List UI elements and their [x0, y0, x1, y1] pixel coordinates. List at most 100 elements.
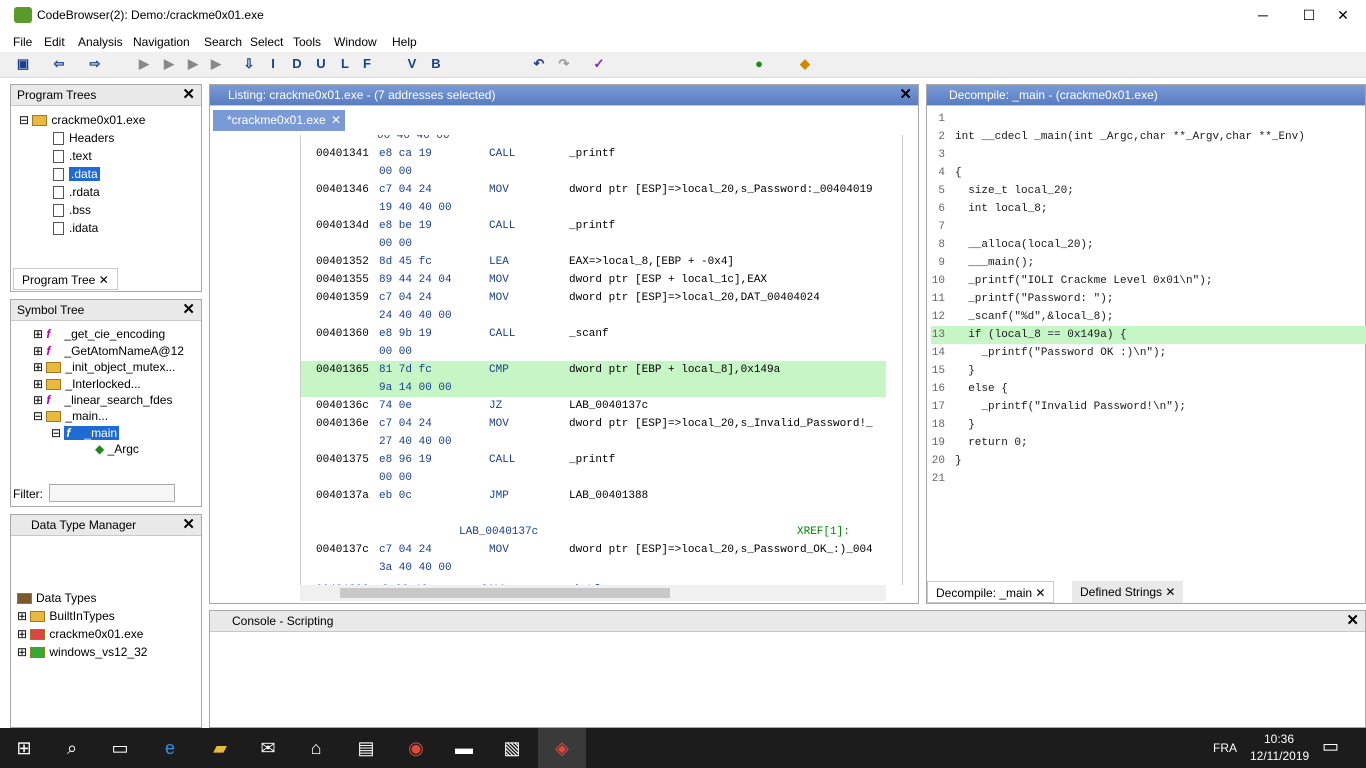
listing-row[interactable]: 00401360 e8 9b 19 CALL _scanf: [301, 325, 886, 343]
checkmark-icon[interactable]: ✓: [590, 55, 608, 73]
menu-edit[interactable]: Edit: [44, 35, 65, 49]
nav-prev-icon[interactable]: ▶: [160, 55, 178, 73]
close-icon[interactable]: ✕: [182, 517, 195, 533]
windows-start-icon[interactable]: ⊞: [0, 728, 48, 768]
menu-select[interactable]: Select: [250, 35, 283, 49]
nav-instruction-icon[interactable]: I: [264, 55, 282, 73]
decompile-line[interactable]: 1: [931, 110, 1366, 128]
listing-row[interactable]: 00401359 c7 04 24 MOV dword ptr [ESP]=>loca…: [301, 289, 886, 307]
listing-row[interactable]: 0040136e c7 04 24 MOV dword ptr [ESP]=>loca…: [301, 415, 886, 433]
edge-icon[interactable]: e: [146, 728, 194, 768]
forward-arrow-icon[interactable]: ⇨: [86, 55, 104, 73]
nav-label-icon[interactable]: L: [336, 55, 354, 73]
symbol-item[interactable]: ⊟ _main...: [33, 409, 108, 423]
close-icon[interactable]: ✕: [99, 273, 109, 287]
listing-row[interactable]: 9a 14 00 00: [301, 379, 886, 397]
ghidra-dragon-icon[interactable]: ◈: [538, 728, 586, 768]
tree-item-text[interactable]: .text: [53, 149, 92, 164]
listing-label[interactable]: LAB_0040137c: [459, 523, 538, 541]
datatype-item[interactable]: ⊞ windows_vs12_32: [17, 645, 147, 659]
language-indicator[interactable]: FRA: [1213, 741, 1237, 755]
program-tree-tab[interactable]: Program Tree ✕: [13, 268, 118, 290]
symbol-item-main[interactable]: ⊟ f _main: [51, 426, 120, 440]
listing-row[interactable]: 00 00: [301, 163, 886, 181]
decompile-line[interactable]: 6 int local_8;: [931, 200, 1366, 218]
decompile-line[interactable]: 8 __alloca(local_20);: [931, 236, 1366, 254]
tree-item-bss[interactable]: .bss: [53, 203, 91, 218]
symbol-item[interactable]: ⊞ f _GetAtomNameA@12: [33, 344, 184, 358]
minimize-button[interactable]: ─: [1240, 0, 1286, 30]
nav-data-icon[interactable]: D: [288, 55, 306, 73]
datatype-item[interactable]: ⊞ BuiltInTypes: [17, 609, 115, 623]
decompile-line[interactable]: 11 _printf("Password: ");: [931, 290, 1366, 308]
listing-row[interactable]: 27 40 40 00: [301, 433, 886, 451]
nav-next-undefined-icon[interactable]: ▶: [207, 55, 225, 73]
close-icon[interactable]: ✕: [1035, 586, 1045, 600]
close-icon[interactable]: ✕: [182, 87, 195, 103]
decompile-line[interactable]: 19 return 0;: [931, 434, 1366, 452]
close-icon[interactable]: ✕: [899, 87, 912, 103]
decompile-line[interactable]: 2 int __cdecl _main(int _Argc,char **_Arg…: [931, 128, 1366, 146]
listing-row[interactable]: 00401341 e8 ca 19 CALL _printf: [301, 145, 886, 163]
back-arrow-icon[interactable]: ⇦: [50, 55, 68, 73]
app-icon[interactable]: ▧: [488, 728, 536, 768]
terminal-icon[interactable]: ▬: [440, 728, 488, 768]
datatype-item[interactable]: ⊞ crackme0x01.exe: [17, 627, 143, 641]
down-arrow-icon[interactable]: ⇩: [240, 55, 258, 73]
redo-icon[interactable]: ↷: [555, 55, 573, 73]
menu-navigation[interactable]: Navigation: [133, 35, 190, 49]
listing-row[interactable]: 0040136c 74 0e JZ LAB_0040137c: [301, 397, 886, 415]
listing-row[interactable]: 00401365 81 7d fc CMP dword ptr [EBP + loca…: [301, 361, 886, 379]
tree-item-headers[interactable]: Headers: [53, 131, 114, 146]
menu-window[interactable]: Window: [334, 35, 377, 49]
listing-hscroll[interactable]: [300, 585, 886, 601]
listing-row[interactable]: [301, 505, 886, 523]
file-explorer-icon[interactable]: ▰: [196, 728, 244, 768]
search-icon[interactable]: ⌕: [48, 728, 96, 768]
symbol-item-argc[interactable]: ◆ _Argc: [95, 442, 139, 456]
decompile-line[interactable]: 3: [931, 146, 1366, 164]
listing-row[interactable]: 00401375 e8 96 19 CALL _printf: [301, 451, 886, 469]
tree-item-rdata[interactable]: .rdata: [53, 185, 100, 200]
decompile-line[interactable]: 7: [931, 218, 1366, 236]
close-icon[interactable]: ✕: [1165, 585, 1175, 599]
nav-undefined-icon[interactable]: U: [312, 55, 330, 73]
listing-row[interactable]: 00401346 c7 04 24 MOV dword ptr [ESP]=>loca…: [301, 181, 886, 199]
close-icon[interactable]: ✕: [182, 302, 195, 318]
store-icon[interactable]: ⌂: [292, 728, 340, 768]
nav-next-icon[interactable]: ▶: [135, 55, 153, 73]
decompile-line[interactable]: 9 ___main();: [931, 254, 1366, 272]
save-icon[interactable]: ▣: [14, 55, 32, 73]
close-button[interactable]: ✕: [1320, 0, 1366, 30]
listing-tab[interactable]: *crackme0x01.exe ✕: [213, 110, 345, 131]
decompile-line[interactable]: 15 }: [931, 362, 1366, 380]
symbol-item[interactable]: ⊞ _init_object_mutex...: [33, 360, 175, 374]
decompile-line[interactable]: 13 if (local_8 == 0x149a) {: [931, 326, 1366, 344]
decompile-line[interactable]: 16 else {: [931, 380, 1366, 398]
clock-time[interactable]: 10:36: [1264, 732, 1294, 746]
decompile-line[interactable]: 12 _scanf("%d",&local_8);: [931, 308, 1366, 326]
symbol-item[interactable]: ⊞ f _get_cie_encoding: [33, 327, 165, 341]
listing-row[interactable]: 0040137c c7 04 24 MOV dword ptr [ESP]=>loca…: [301, 541, 886, 559]
listing-row[interactable]: 00 00: [301, 343, 886, 361]
listing-row[interactable]: 00 00: [301, 235, 886, 253]
tree-item-data[interactable]: .data: [53, 167, 100, 182]
listing-row[interactable]: 00401352 8d 45 fc LEA EAX=>local_8,[EBP + -…: [301, 253, 886, 271]
listing-row[interactable]: 0040137a eb 0c JMP LAB_00401388: [301, 487, 886, 505]
symbol-item[interactable]: ⊞ f _linear_search_fdes: [33, 393, 172, 407]
notifications-icon[interactable]: ▭: [1322, 736, 1339, 757]
task-view-icon[interactable]: ▭: [96, 728, 144, 768]
decompile-line[interactable]: 14 _printf("Password OK :)\n");: [931, 344, 1366, 362]
listing-row[interactable]: 24 40 40 00: [301, 307, 886, 325]
tree-item-idata[interactable]: .idata: [53, 221, 98, 236]
nav-bookmark-icon[interactable]: B: [427, 55, 445, 73]
defined-strings-tab[interactable]: Defined Strings ✕: [1072, 581, 1184, 603]
nav-value-icon[interactable]: V: [403, 55, 421, 73]
symbol-item[interactable]: ⊞ _Interlocked...: [33, 377, 141, 391]
decompile-line[interactable]: 10 _printf("IOLI Crackme Level 0x01\n");: [931, 272, 1366, 290]
decompile-line[interactable]: 5 size_t local_20;: [931, 182, 1366, 200]
decompile-line[interactable]: 4{: [931, 164, 1366, 182]
close-icon[interactable]: ✕: [331, 113, 341, 127]
decompile-line[interactable]: 21: [931, 470, 1366, 488]
decompile-line[interactable]: 18 }: [931, 416, 1366, 434]
